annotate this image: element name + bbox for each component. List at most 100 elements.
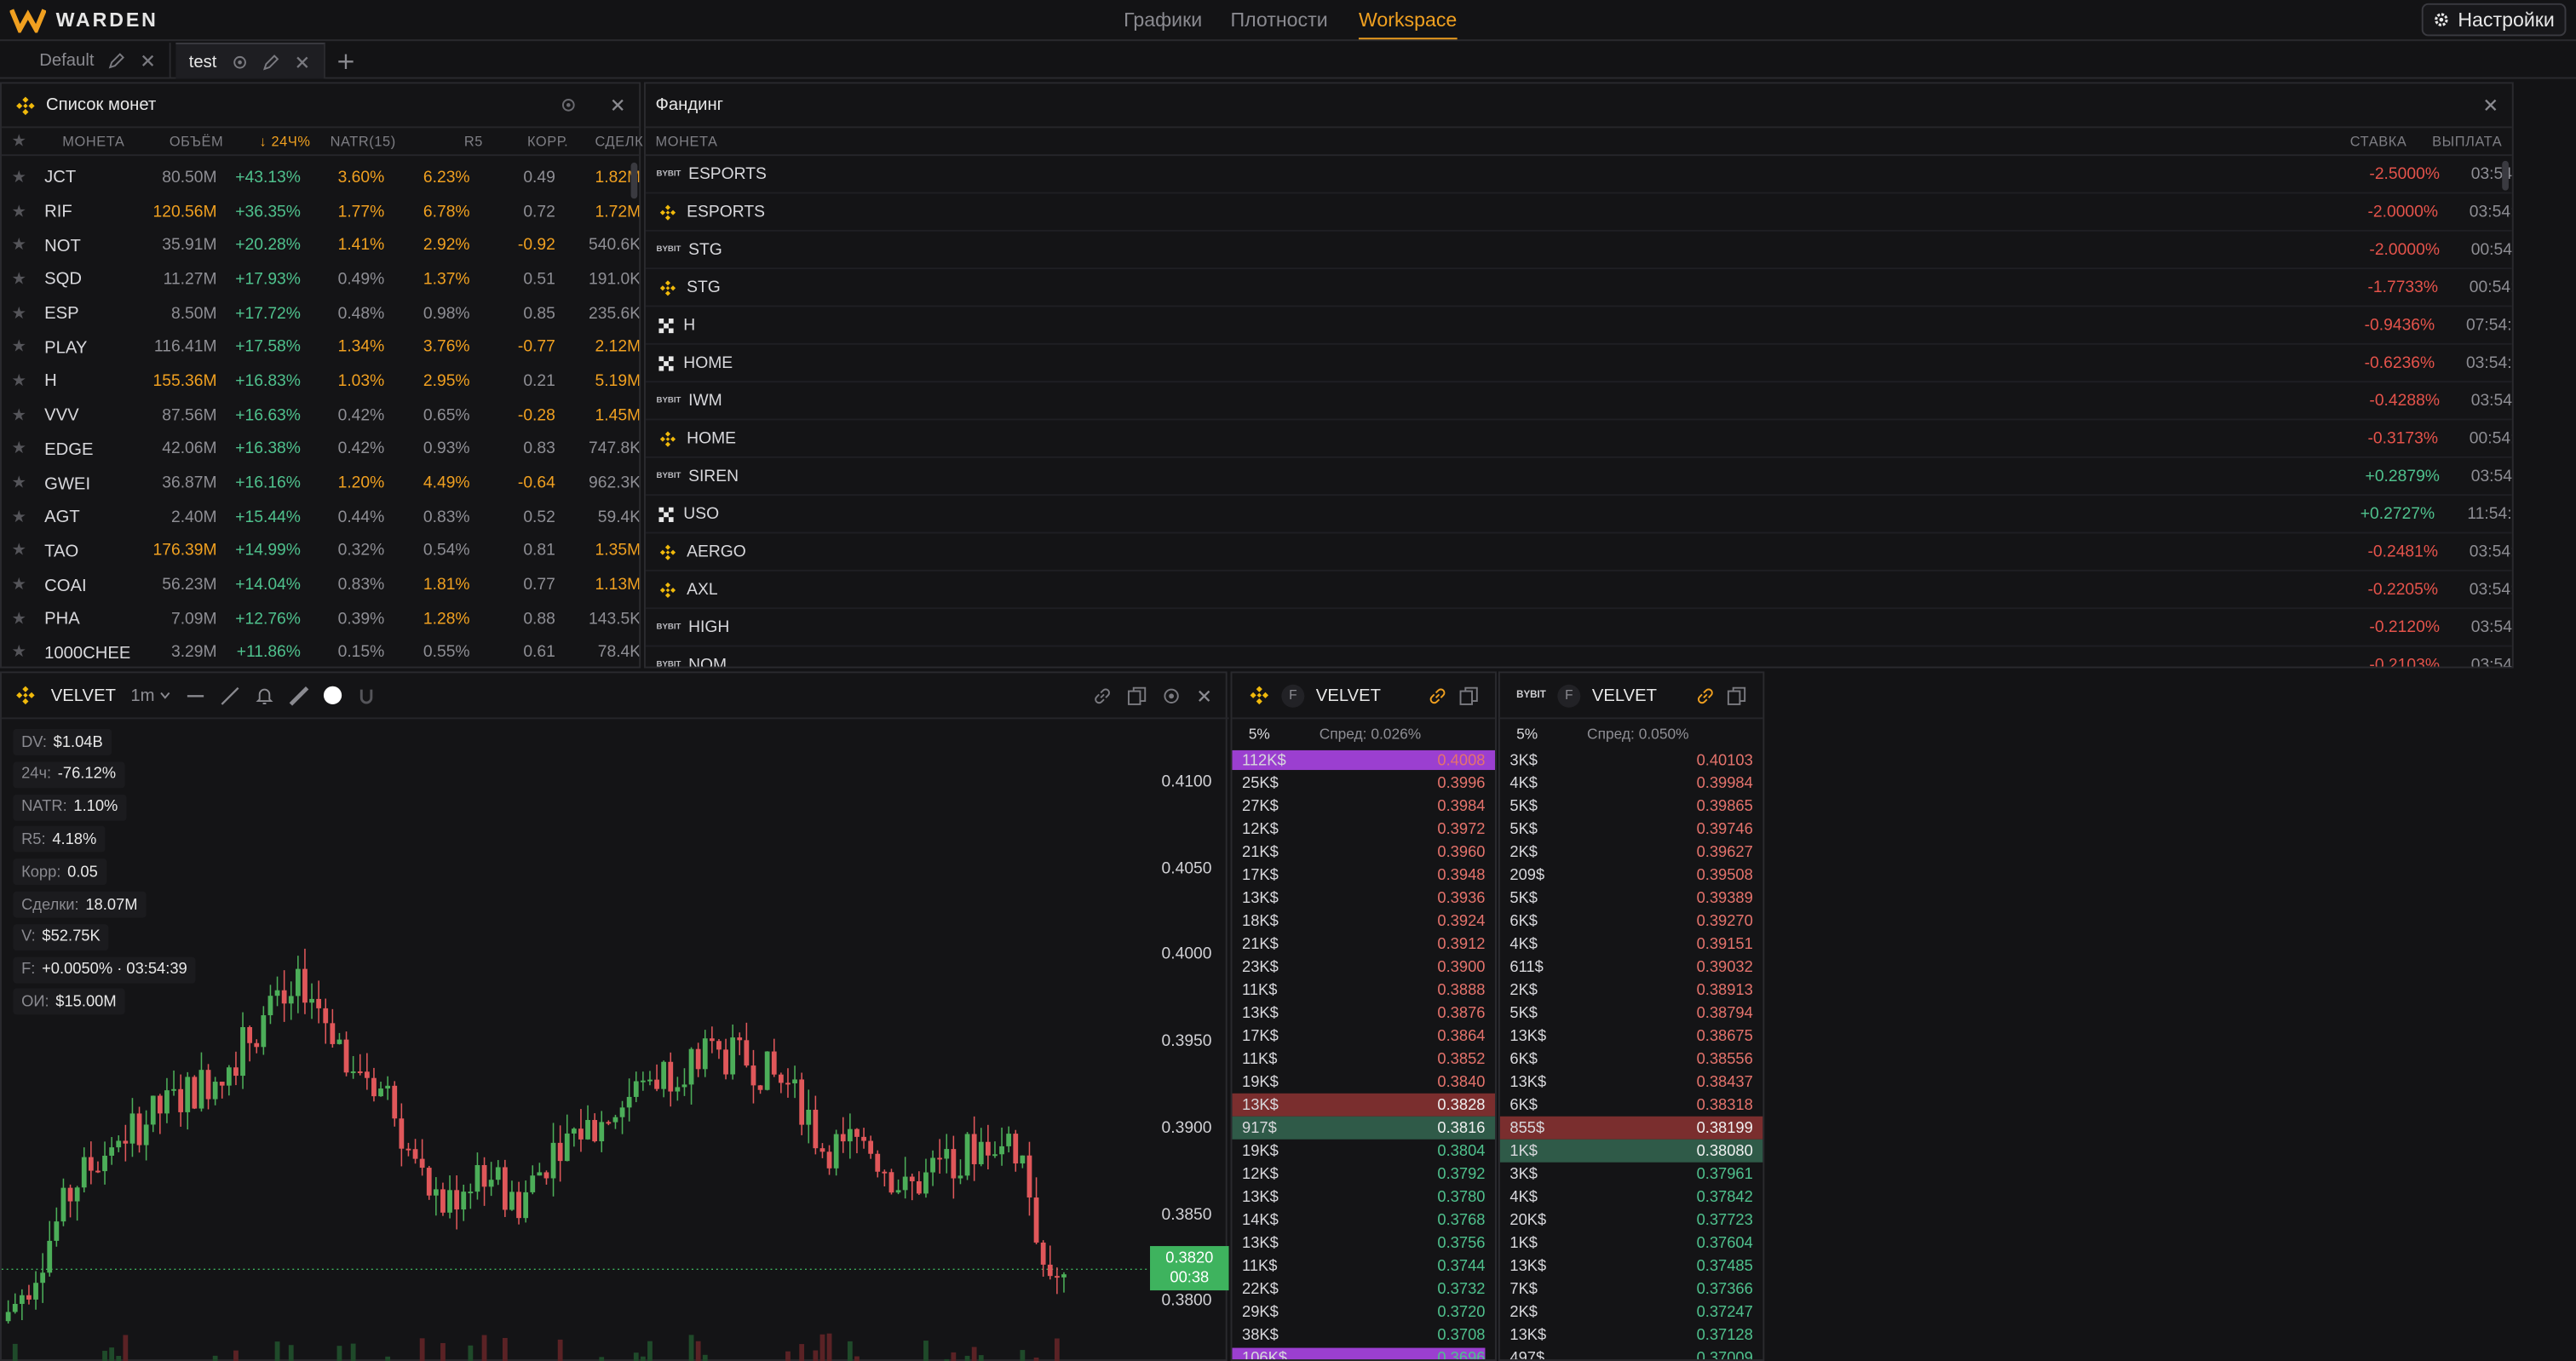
coin-row[interactable]: ★ RIF 120.56M +36.35% 1.77% 6.78% 0.72 1.72M xyxy=(2,195,640,229)
bid-level[interactable]: 13K$ 0.37128 xyxy=(1500,1324,1763,1347)
ask-level[interactable]: 17K$ 0.3948 xyxy=(1232,864,1495,887)
ask-level[interactable]: 18K$ 0.3924 xyxy=(1232,910,1495,933)
funding-row[interactable]: BYBIT ESPORTS -2.5000% 03:54:39 xyxy=(645,156,2512,194)
favorites-star-icon[interactable]: ★ xyxy=(12,132,28,150)
coin-row[interactable]: ★ 1000CHEEMS 3.29M +11.86% 0.15% 0.55% 0.61 78.… xyxy=(2,636,640,664)
coin-row[interactable]: ★ PLAY 116.41M +17.58% 1.34% 3.76% -0.77 2.12M xyxy=(2,330,640,365)
ask-level[interactable]: 6K$ 0.38318 xyxy=(1500,1094,1763,1117)
ask-level[interactable]: 112K$ 0.4008 xyxy=(1232,749,1496,772)
favorite-star-icon[interactable]: ★ xyxy=(12,645,28,663)
nav-tab-densities[interactable]: Плотности xyxy=(1231,9,1328,32)
ask-level[interactable]: 6K$ 0.39270 xyxy=(1500,910,1763,933)
funding-row[interactable]: AXL -0.2205% 03:54:39 xyxy=(645,571,2512,610)
ask-level[interactable]: 11K$ 0.3852 xyxy=(1232,1048,1495,1071)
funding-row[interactable]: USO +0.2727% 11:54:39 xyxy=(645,496,2512,534)
col-payout[interactable]: ВЫПЛАТА xyxy=(2406,133,2502,149)
ask-level[interactable]: 209$ 0.39508 xyxy=(1500,864,1763,887)
ask-level[interactable]: 13K$ 0.3876 xyxy=(1232,1002,1495,1025)
funding-row[interactable]: BYBIT IWM -0.4288% 03:54:39 xyxy=(645,382,2512,421)
nav-tab-charts[interactable]: Графики xyxy=(1124,9,1202,32)
ask-level[interactable]: 4K$ 0.39984 xyxy=(1500,772,1763,795)
bid-level[interactable]: 7K$ 0.37366 xyxy=(1500,1278,1763,1301)
ask-level[interactable]: 11K$ 0.3888 xyxy=(1232,979,1495,1002)
bid-level[interactable]: 38K$ 0.3708 xyxy=(1232,1324,1495,1347)
coin-row[interactable]: ★ TAO 176.39M +14.99% 0.32% 0.54% 0.81 1.35M xyxy=(2,535,640,569)
ask-level[interactable]: 5K$ 0.39746 xyxy=(1500,818,1763,841)
color-picker[interactable] xyxy=(324,686,342,704)
copy-icon[interactable] xyxy=(1127,686,1147,705)
funding-row[interactable]: BYBIT HIGH -0.2120% 03:54:39 xyxy=(645,609,2512,647)
ask-level[interactable]: 13K$ 0.3936 xyxy=(1232,887,1495,910)
favorite-star-icon[interactable]: ★ xyxy=(12,577,28,594)
favorite-star-icon[interactable]: ★ xyxy=(12,543,28,560)
ask-level[interactable]: 19K$ 0.3840 xyxy=(1232,1071,1495,1094)
ask-level[interactable]: 2K$ 0.39627 xyxy=(1500,841,1763,864)
bid-level[interactable]: 29K$ 0.3720 xyxy=(1232,1301,1495,1324)
bid-level[interactable]: 917$ 0.3816 xyxy=(1232,1116,1496,1140)
trend-line-tool-icon[interactable] xyxy=(221,686,240,705)
ask-level[interactable]: 855$ 0.38199 xyxy=(1499,1116,1763,1140)
coin-row[interactable]: ★ GWEI 36.87M +16.16% 1.20% 4.49% -0.64 962.3K xyxy=(2,467,640,501)
coin-row[interactable]: ★ EDGE 42.06M +16.38% 0.42% 0.93% 0.83 747.8K xyxy=(2,433,640,467)
ask-level[interactable]: 21K$ 0.3912 xyxy=(1232,933,1495,956)
funding-row[interactable]: AERGO -0.2481% 03:54:39 xyxy=(645,533,2512,571)
ask-level[interactable]: 6K$ 0.38556 xyxy=(1500,1048,1763,1071)
ask-level[interactable]: 611$ 0.39032 xyxy=(1500,956,1763,979)
bid-level[interactable]: 14K$ 0.3768 xyxy=(1232,1209,1495,1232)
coin-row[interactable]: ★ NOT 35.91M +20.28% 1.41% 2.92% -0.92 540.6K xyxy=(2,229,640,263)
bid-level[interactable]: 12K$ 0.3792 xyxy=(1232,1163,1495,1186)
coin-row[interactable]: ★ H 155.36M +16.83% 1.03% 2.95% 0.21 5.19M xyxy=(2,365,640,399)
coin-row[interactable]: ★ JCT 80.50M +43.13% 3.60% 6.23% 0.49 1.82M xyxy=(2,161,640,195)
orderbook-symbol[interactable]: VELVET xyxy=(1592,686,1657,705)
coin-row[interactable]: ★ ESP 8.50M +17.72% 0.48% 0.98% 0.85 235.6K xyxy=(2,296,640,330)
col-r5[interactable]: R5 xyxy=(396,133,483,149)
ask-level[interactable]: 5K$ 0.39389 xyxy=(1500,887,1763,910)
coin-row[interactable]: ★ AGT 2.40M +15.44% 0.44% 0.83% 0.52 59.4K xyxy=(2,501,640,535)
workspace-tab-test[interactable]: test xyxy=(175,43,325,79)
funding-row[interactable]: ESPORTS -2.0000% 03:54:39 xyxy=(645,193,2512,232)
bid-level[interactable]: 11K$ 0.3744 xyxy=(1232,1255,1495,1278)
col-corr[interactable]: КОРР. xyxy=(483,133,568,149)
workspace-tab-default[interactable]: Default xyxy=(26,43,172,79)
scrollbar[interactable] xyxy=(2502,160,2509,191)
close-icon[interactable] xyxy=(2482,97,2498,113)
favorite-star-icon[interactable]: ★ xyxy=(12,474,28,492)
edit-icon[interactable] xyxy=(262,54,279,70)
ask-level[interactable]: 12K$ 0.3972 xyxy=(1232,818,1495,841)
coin-row[interactable]: ★ VVV 87.56M +16.63% 0.42% 0.65% -0.28 1.45M xyxy=(2,399,640,433)
funding-row[interactable]: HOME -0.3173% 00:54:39 xyxy=(645,420,2512,458)
bid-level[interactable]: 497$ 0.37009 xyxy=(1500,1347,1763,1360)
ask-level[interactable]: 13K$ 0.3828 xyxy=(1232,1093,1496,1117)
bid-level[interactable]: 19K$ 0.3804 xyxy=(1232,1140,1495,1163)
favorite-star-icon[interactable]: ★ xyxy=(12,611,28,629)
favorite-star-icon[interactable]: ★ xyxy=(12,373,28,391)
favorite-star-icon[interactable]: ★ xyxy=(12,169,28,187)
funding-row[interactable]: HOME -0.6236% 03:54:39 xyxy=(645,345,2512,383)
interval-select[interactable]: 1m xyxy=(130,686,170,705)
ask-level[interactable]: 2K$ 0.38913 xyxy=(1500,979,1763,1002)
ask-level[interactable]: 13K$ 0.38437 xyxy=(1500,1071,1763,1094)
logo[interactable]: WARDEN xyxy=(9,5,158,35)
ask-level[interactable]: 25K$ 0.3996 xyxy=(1232,772,1495,795)
funding-row[interactable]: BYBIT SIREN +0.2879% 03:54:39 xyxy=(645,458,2512,497)
ask-level[interactable]: 17K$ 0.3864 xyxy=(1232,1025,1495,1048)
gear-icon[interactable] xyxy=(232,54,248,70)
favorite-star-icon[interactable]: ★ xyxy=(12,271,28,289)
depth-select[interactable]: 5% xyxy=(1249,726,1270,742)
funding-row[interactable]: H -0.9436% 07:54:39 xyxy=(645,307,2512,345)
close-icon[interactable] xyxy=(1196,687,1212,703)
bid-level[interactable]: 13K$ 0.3780 xyxy=(1232,1186,1495,1209)
funding-row[interactable]: BYBIT STG -2.0000% 00:54:39 xyxy=(645,232,2512,270)
favorite-star-icon[interactable]: ★ xyxy=(12,237,28,255)
coin-row[interactable]: ★ SQD 11.27M +17.93% 0.49% 1.37% 0.51 191.0K xyxy=(2,263,640,297)
gear-icon[interactable] xyxy=(1162,686,1182,705)
funding-row[interactable]: BYBIT NOM -0.2103% 03:54:39 xyxy=(646,646,2511,667)
col-volume[interactable]: ОБЪЁМ xyxy=(129,133,223,149)
col-deals[interactable]: СДЕЛКИ xyxy=(568,133,653,149)
ruler-icon[interactable] xyxy=(289,685,309,705)
bid-level[interactable]: 22K$ 0.3732 xyxy=(1232,1278,1495,1301)
settings-button[interactable]: Настройки xyxy=(2421,3,2567,37)
favorite-star-icon[interactable]: ★ xyxy=(12,203,28,221)
bid-level[interactable]: 106K$ 0.3696 xyxy=(1232,1347,1495,1360)
close-icon[interactable] xyxy=(294,54,310,70)
